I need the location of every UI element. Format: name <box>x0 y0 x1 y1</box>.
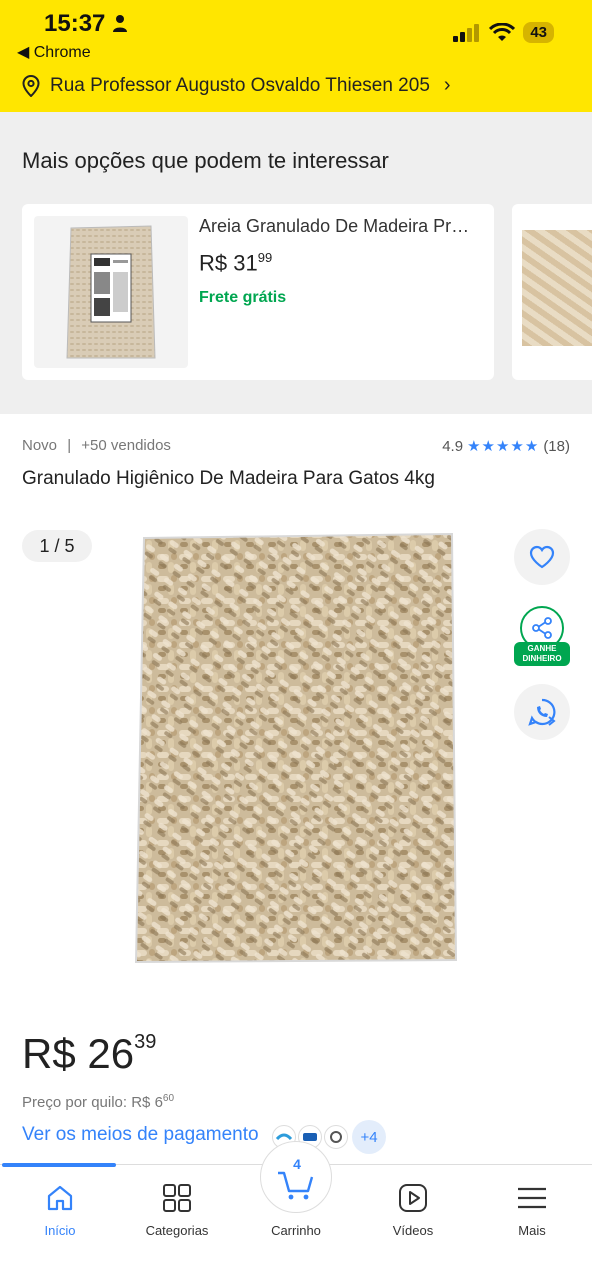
suggestion-price: R$ 3199 <box>199 250 272 276</box>
rating-stars-icon: ★★★★★ <box>467 438 540 455</box>
price-per-kg-label: Preço por quilo: R$ 6 <box>22 1094 163 1111</box>
signal-icon <box>453 23 480 42</box>
nav-categories-label: Categorias <box>145 1223 209 1238</box>
nav-home-label: Início <box>44 1223 76 1238</box>
menu-icon <box>518 1187 546 1209</box>
back-to-chrome-link[interactable]: ◀ Chrome <box>17 42 91 62</box>
share-earn-button[interactable]: GANHE DINHEIRO <box>512 604 572 666</box>
product-price: R$ 2639 <box>22 1030 156 1078</box>
product-image[interactable] <box>134 530 458 964</box>
person-icon <box>113 15 127 32</box>
payment-method-icon <box>324 1125 348 1149</box>
meta-separator: | <box>67 437 72 454</box>
price-cents: 39 <box>134 1031 157 1053</box>
nav-more-label: Mais <box>518 1223 546 1238</box>
battery-level: 43 <box>523 22 554 43</box>
cart-count-badge: 4 <box>293 1156 301 1172</box>
suggestions-section: Mais opções que podem te interessar Arei <box>0 112 592 414</box>
price-per-kg-cents: 60 <box>162 1093 175 1104</box>
image-counter: 1 / 5 <box>22 530 92 562</box>
whatsapp-icon <box>528 698 556 726</box>
nav-categories[interactable]: Categorias <box>122 1181 232 1238</box>
nav-more[interactable]: Mais <box>477 1181 587 1238</box>
delivery-address[interactable]: Rua Professor Augusto Osvaldo Thiesen 20… <box>22 74 451 97</box>
play-icon <box>399 1184 427 1212</box>
product-sold: +50 vendidos <box>81 437 171 454</box>
suggestion-card[interactable]: Areia Granulado De Madeira Pr… R$ 3199 F… <box>22 204 494 380</box>
suggestion-price-cents: 99 <box>257 250 273 265</box>
more-payment-methods-badge: +4 <box>352 1120 386 1154</box>
favorite-button[interactable] <box>514 529 570 585</box>
top-bar: 15:37 ◀ Chrome 43 Rua Professor Augusto … <box>0 0 592 112</box>
suggestion-product-image-2 <box>522 230 592 346</box>
rating-value: 4.9 <box>442 437 464 455</box>
heart-icon <box>529 545 555 569</box>
suggestion-title: Areia Granulado De Madeira Pr… <box>199 216 470 236</box>
rating-count: (18) <box>543 437 570 455</box>
cart-icon <box>278 1171 314 1200</box>
home-icon <box>47 1185 73 1211</box>
nav-cart-label: Carrinho <box>271 1223 321 1238</box>
cart-button[interactable]: 4 <box>260 1141 332 1213</box>
status-icons: 43 <box>453 22 554 43</box>
suggestion-product-image <box>34 216 188 368</box>
nav-videos[interactable]: Vídeos <box>358 1181 468 1238</box>
chevron-right-icon: › <box>443 74 451 96</box>
wifi-icon <box>489 22 516 41</box>
price-per-kg: Preço por quilo: R$ 660 <box>22 1093 174 1111</box>
whatsapp-share-button[interactable] <box>514 684 570 740</box>
nav-home[interactable]: Início <box>5 1181 115 1238</box>
share-icon <box>532 617 552 639</box>
product-condition: Novo <box>22 437 58 454</box>
address-text: Rua Professor Augusto Osvaldo Thiesen 20… <box>50 74 430 96</box>
suggestions-title: Mais opções que podem te interessar <box>22 148 389 173</box>
earn-money-badge: GANHE DINHEIRO <box>514 642 570 666</box>
product-title: Granulado Higiênico De Madeira Para Gato… <box>22 468 435 489</box>
bag-image-icon <box>66 225 156 359</box>
product-meta: Novo | +50 vendidos <box>22 437 171 454</box>
location-pin-icon <box>22 74 40 97</box>
suggestion-price-int: R$ 31 <box>199 250 258 276</box>
earn-label-1: GANHE <box>527 644 557 653</box>
grid-icon <box>163 1184 191 1212</box>
status-time: 15:37 <box>44 10 106 37</box>
suggestion-shipping: Frete grátis <box>199 289 287 306</box>
active-tab-indicator <box>2 1163 116 1167</box>
payment-methods-link[interactable]: Ver os meios de pagamento <box>22 1124 259 1146</box>
nav-videos-label: Vídeos <box>392 1223 434 1238</box>
price-int: R$ 26 <box>22 1030 135 1077</box>
earn-label-2: DINHEIRO <box>522 654 562 663</box>
product-rating[interactable]: 4.9 ★★★★★ (18) <box>442 437 570 456</box>
suggestion-card-2[interactable] <box>512 204 592 380</box>
bottom-navigation: Início Categorias Carrinho 4 Vídeos Mais <box>0 1141 592 1280</box>
